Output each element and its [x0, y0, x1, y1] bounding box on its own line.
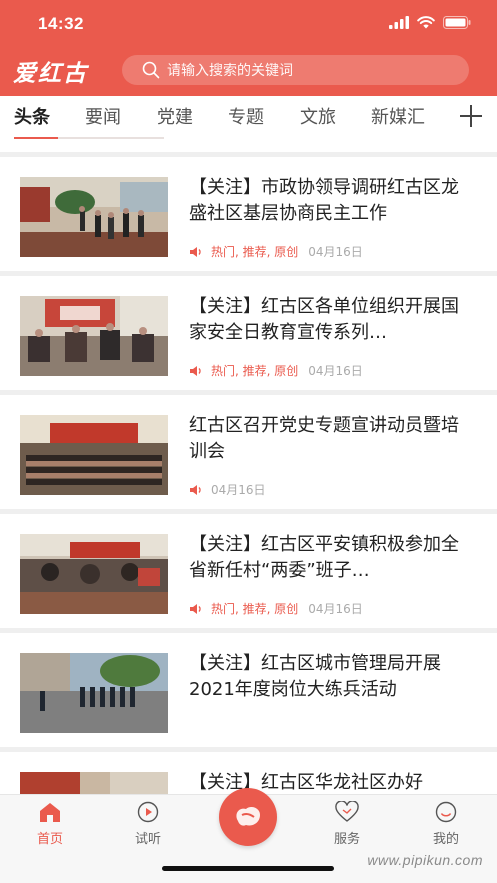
- nav-label: 首页: [36, 832, 63, 847]
- status-icons: [389, 16, 471, 29]
- news-meta: 热门, 推荐, 原创 04月16日: [189, 243, 363, 260]
- news-item[interactable]: 【关注】市政协领导调研红古区龙盛社区基层协商民主工作 热门, 推荐, 原创 04…: [0, 157, 497, 271]
- category-tabs: 头条 要闻 党建 专题 文旅 新媒汇: [0, 96, 497, 152]
- status-time: 14:32: [38, 14, 84, 33]
- nav-label: 试听: [134, 832, 161, 847]
- news-tags: 热门, 推荐, 原创: [211, 602, 299, 616]
- news-title: 【关注】市政协领导调研红古区龙盛社区基层协商民主工作: [189, 177, 459, 224]
- news-meta: 热门, 推荐, 原创 04月16日: [189, 600, 363, 617]
- tab-new-media[interactable]: 新媒汇: [371, 104, 425, 132]
- news-thumbnail: [20, 415, 168, 495]
- news-date: 04月16日: [308, 364, 363, 378]
- nav-services[interactable]: 服务: [317, 801, 377, 847]
- tab-culture[interactable]: 文旅: [300, 104, 336, 132]
- news-meta: 热门, 推荐, 原创 04月16日: [189, 362, 363, 379]
- news-thumbnail: [20, 653, 168, 733]
- search-bar[interactable]: 请输入搜索的关键词: [122, 55, 469, 85]
- news-title: 红古区召开党史专题宣讲动员暨培训会: [189, 415, 459, 462]
- nav-label: 我的: [432, 832, 459, 847]
- play-icon: [137, 801, 159, 823]
- wifi-icon: [417, 16, 435, 29]
- speaker-icon[interactable]: [189, 245, 203, 259]
- center-action-button[interactable]: [219, 788, 277, 846]
- tab-headlines[interactable]: 头条: [14, 104, 50, 132]
- news-thumbnail: [20, 296, 168, 376]
- nav-profile[interactable]: 我的: [416, 801, 476, 847]
- news-date: 04月16日: [211, 483, 266, 497]
- home-icon: [40, 803, 60, 822]
- nav-listen[interactable]: 试听: [118, 801, 178, 847]
- news-thumbnail: [20, 534, 168, 614]
- news-date: 04月16日: [308, 602, 363, 616]
- watermark: www.pipikun.com: [367, 852, 483, 868]
- news-tags: 热门, 推荐, 原创: [211, 364, 299, 378]
- nav-home[interactable]: 首页: [20, 801, 80, 847]
- news-item[interactable]: 【关注】红古区各单位组织开展国家安全日教育宣传系列… 热门, 推荐, 原创 04…: [0, 276, 497, 390]
- news-item[interactable]: 【关注】红古区平安镇积极参加全省新任村“两委”班子… 热门, 推荐, 原创 04…: [0, 514, 497, 628]
- search-placeholder: 请输入搜索的关键词: [167, 63, 293, 79]
- nav-label: 服务: [333, 832, 360, 847]
- tab-news[interactable]: 要闻: [85, 104, 121, 132]
- speaker-icon[interactable]: [189, 364, 203, 378]
- tab-active-indicator: [14, 137, 58, 139]
- news-item[interactable]: 红古区召开党史专题宣讲动员暨培训会 04月16日: [0, 395, 497, 509]
- app-logo: 爱红古: [13, 60, 88, 87]
- speaker-icon[interactable]: [189, 483, 203, 497]
- heart-icon: [335, 801, 359, 822]
- peanut-icon: [236, 807, 260, 826]
- news-meta: 04月16日: [189, 481, 266, 498]
- header: 14:32 爱红古 请输入搜索的关键词: [0, 0, 497, 96]
- tab-party[interactable]: 党建: [157, 104, 193, 132]
- battery-icon: [443, 16, 471, 29]
- search-icon: [142, 61, 160, 79]
- news-thumbnail: [20, 177, 168, 257]
- speaker-icon[interactable]: [189, 602, 203, 616]
- news-title: 【关注】红古区平安镇积极参加全省新任村“两委”班子…: [189, 534, 459, 581]
- news-tags: 热门, 推荐, 原创: [211, 245, 299, 259]
- home-indicator[interactable]: [162, 866, 334, 871]
- tab-topics[interactable]: 专题: [228, 104, 264, 132]
- add-tab-icon[interactable]: [459, 104, 483, 128]
- status-bar: 14:32: [0, 0, 497, 50]
- news-title: 【关注】红古区城市管理局开展2021年度岗位大练兵活动: [189, 653, 441, 700]
- news-date: 04月16日: [308, 245, 363, 259]
- profile-icon: [435, 801, 457, 823]
- news-item[interactable]: 【关注】红古区城市管理局开展2021年度岗位大练兵活动: [0, 633, 497, 747]
- signal-icon: [389, 16, 409, 29]
- news-title: 【关注】红古区各单位组织开展国家安全日教育宣传系列…: [189, 296, 459, 343]
